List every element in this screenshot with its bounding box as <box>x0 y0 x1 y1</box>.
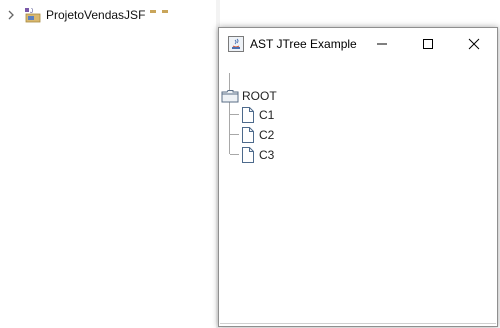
tree-node-label: C3 <box>259 148 275 162</box>
tree-node-root[interactable]: ROOT <box>221 87 277 105</box>
title-bar[interactable]: AST JTree Example <box>219 28 497 59</box>
project-tree-item[interactable]: J ProjetoVendasJSF <box>6 6 145 24</box>
tree-node-label: C2 <box>259 128 275 142</box>
maximize-icon <box>423 38 433 49</box>
file-icon <box>242 127 254 143</box>
window-title: AST JTree Example <box>250 36 357 51</box>
explorer-toolbar <box>150 0 180 13</box>
tree-node-c3[interactable]: C3 <box>241 146 274 164</box>
tree-node-c1[interactable]: C1 <box>241 106 274 124</box>
jtree[interactable]: ROOT C1 C2 C3 <box>220 60 496 324</box>
tree-node-c2[interactable]: C2 <box>241 126 274 144</box>
close-icon <box>468 38 480 49</box>
tree-node-label: C1 <box>259 108 275 122</box>
folder-icon <box>221 90 239 103</box>
jtree-window: AST JTree Example ROOT C1 C2 C3 <box>218 27 498 327</box>
minimize-icon <box>377 43 387 44</box>
java-app-icon <box>228 35 244 52</box>
close-button[interactable] <box>451 28 497 59</box>
file-icon <box>242 107 254 123</box>
file-icon <box>242 147 254 163</box>
package-explorer: J ProjetoVendasJSF <box>0 0 217 328</box>
minimize-button[interactable] <box>359 28 405 59</box>
maximize-button[interactable] <box>405 28 451 59</box>
tree-node-label: ROOT <box>242 89 277 103</box>
project-name-label: ProjetoVendasJSF <box>46 8 146 22</box>
java-project-icon: J <box>25 8 41 23</box>
chevron-right-icon[interactable] <box>6 10 16 20</box>
